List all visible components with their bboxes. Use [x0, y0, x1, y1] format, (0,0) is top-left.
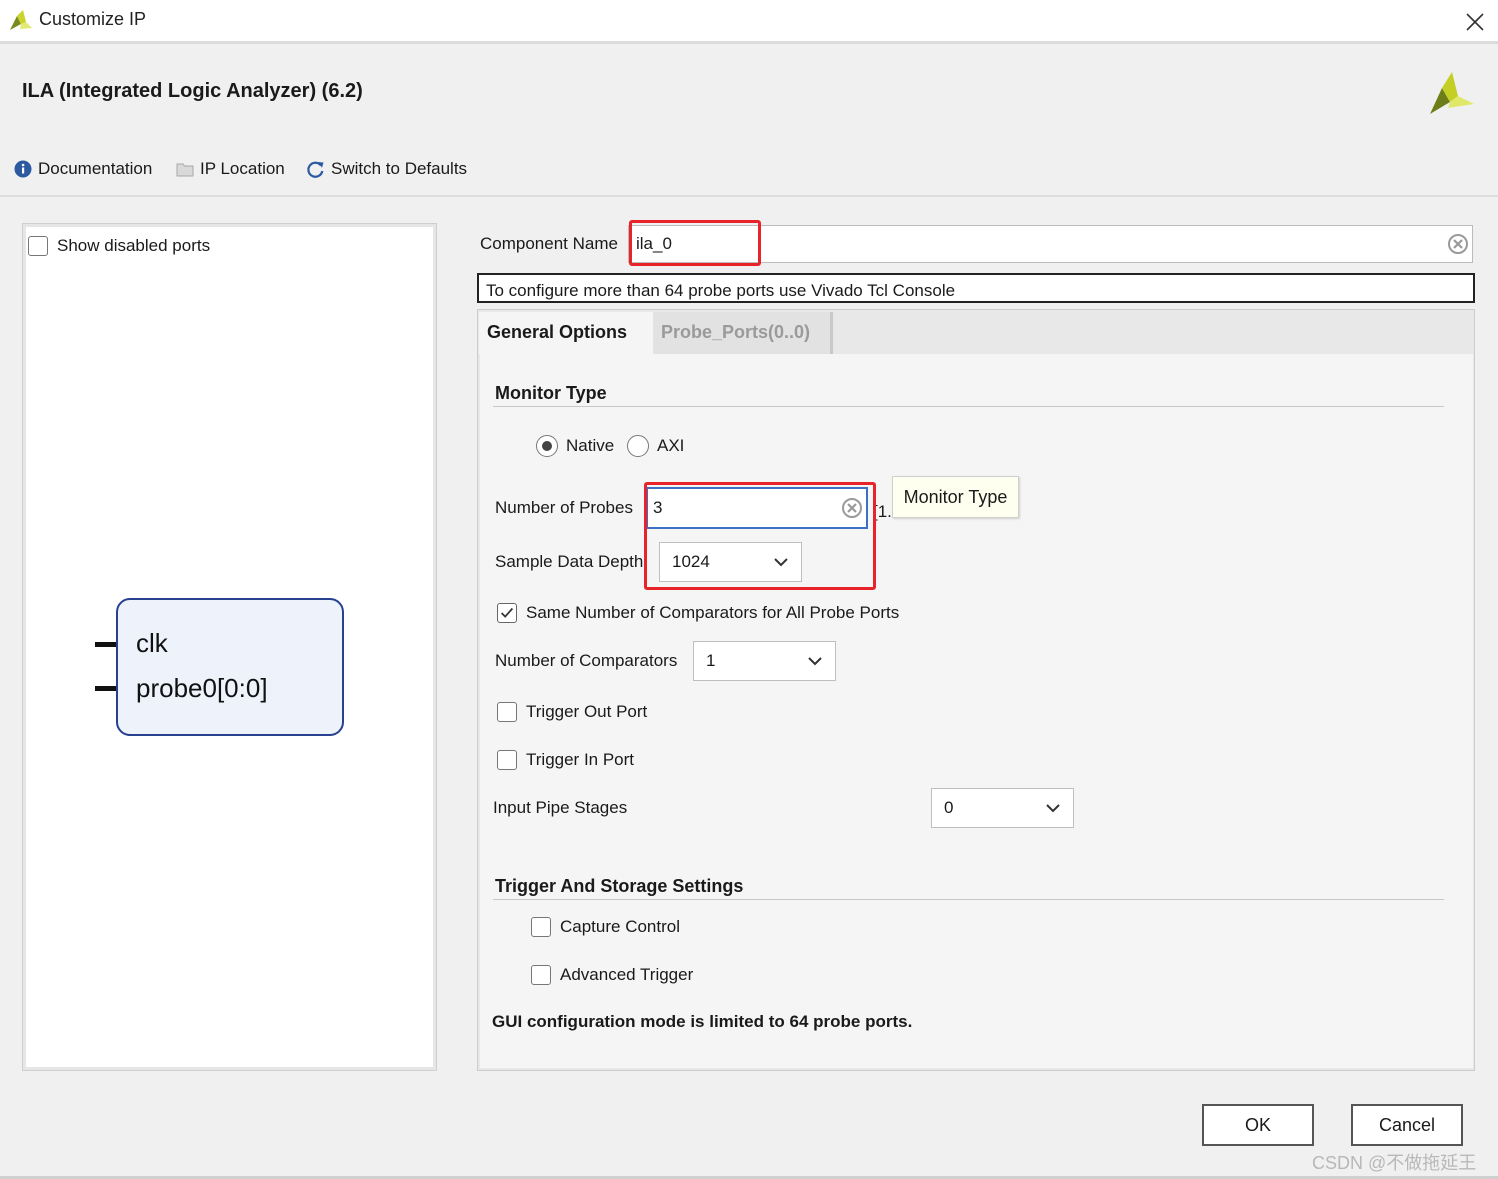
- section-divider: [493, 406, 1444, 407]
- trigger-out-port-label: Trigger Out Port: [526, 702, 648, 721]
- section-divider: [493, 899, 1444, 900]
- checkbox-box[interactable]: [28, 236, 48, 256]
- folder-icon: [176, 163, 194, 177]
- radio-native-label: Native: [566, 436, 615, 455]
- checkbox-box[interactable]: [531, 965, 551, 985]
- same-comparators-label: Same Number of Comparators for All Probe…: [526, 603, 900, 622]
- input-pipe-stages-select[interactable]: 0: [931, 788, 1074, 828]
- watermark: CSDN @不做拖延王: [1312, 1153, 1477, 1173]
- trigger-out-port-checkbox[interactable]: Trigger Out Port: [497, 702, 647, 722]
- number-of-comparators-label: Number of Comparators: [495, 651, 678, 670]
- switch-to-defaults-button[interactable]: Switch to Defaults: [306, 158, 467, 180]
- port-pin-probe0: [95, 686, 117, 691]
- radio-axi-label: AXI: [657, 436, 685, 455]
- radio-button[interactable]: [627, 435, 649, 457]
- capture-control-checkbox[interactable]: Capture Control: [531, 917, 680, 937]
- show-disabled-ports-checkbox[interactable]: Show disabled ports: [28, 236, 210, 256]
- window-title: Customize IP: [39, 9, 147, 29]
- ip-location-label: IP Location: [200, 159, 285, 178]
- advanced-trigger-checkbox[interactable]: Advanced Trigger: [531, 965, 693, 985]
- xilinx-logo-icon: [1430, 72, 1474, 114]
- input-pipe-stages-value: 0: [944, 798, 954, 817]
- sample-data-depth-label: Sample Data Depth: [495, 552, 644, 571]
- refresh-icon: [307, 161, 324, 178]
- input-pipe-stages-label: Input Pipe Stages: [493, 798, 628, 817]
- tab-general-options-label[interactable]: General Options: [487, 322, 627, 343]
- show-disabled-ports-label: Show disabled ports: [57, 236, 211, 255]
- port-label-probe0: probe0[0:0]: [136, 673, 268, 703]
- tab-probe-ports-label[interactable]: Probe_Ports(0..0): [661, 322, 810, 343]
- same-comparators-checkbox[interactable]: Same Number of Comparators for All Probe…: [497, 603, 899, 623]
- number-of-comparators-value: 1: [706, 651, 716, 670]
- vivado-logo-icon: [10, 10, 32, 30]
- radio-axi[interactable]: AXI: [627, 435, 684, 457]
- checkbox-box[interactable]: [531, 917, 551, 937]
- ok-button[interactable]: OK: [1202, 1104, 1314, 1146]
- info-banner-text: To configure more than 64 probe ports us…: [486, 281, 956, 300]
- checkbox-box[interactable]: [497, 750, 517, 770]
- capture-control-label: Capture Control: [560, 917, 681, 936]
- component-name-label: Component Name: [480, 234, 618, 253]
- switch-to-defaults-label: Switch to Defaults: [331, 159, 468, 178]
- documentation-button[interactable]: Documentation: [14, 158, 152, 180]
- clear-icon[interactable]: [1447, 233, 1469, 255]
- checkbox-box[interactable]: [497, 702, 517, 722]
- checkmark-icon[interactable]: [497, 603, 517, 623]
- radio-native[interactable]: Native: [536, 435, 614, 457]
- port-pin-clk: [95, 642, 117, 647]
- ip-title: ILA (Integrated Logic Analyzer) (6.2): [22, 80, 363, 102]
- info-icon: [14, 160, 32, 178]
- ip-symbol-block: [116, 598, 344, 736]
- trigger-in-port-label: Trigger In Port: [526, 750, 635, 769]
- radio-button[interactable]: [536, 435, 558, 457]
- number-of-comparators-select[interactable]: 1: [693, 641, 836, 681]
- gui-limit-note: GUI configuration mode is limited to 64 …: [492, 1012, 913, 1031]
- monitor-type-heading: Monitor Type: [495, 383, 607, 403]
- advanced-trigger-label: Advanced Trigger: [560, 965, 694, 984]
- highlight-box-probes: [644, 482, 876, 590]
- tooltip: Monitor Type: [892, 476, 1019, 518]
- documentation-label: Documentation: [38, 159, 153, 178]
- chevron-down-icon: [1046, 804, 1060, 813]
- trigger-storage-heading: Trigger And Storage Settings: [495, 876, 744, 896]
- trigger-in-port-checkbox[interactable]: Trigger In Port: [497, 750, 634, 770]
- number-of-probes-label: Number of Probes: [495, 498, 633, 517]
- port-label-clk: clk: [136, 628, 168, 658]
- close-icon[interactable]: [1462, 9, 1488, 35]
- title-bar: [0, 0, 1498, 44]
- chevron-down-icon: [808, 657, 822, 666]
- ip-location-button[interactable]: IP Location: [176, 158, 285, 180]
- cancel-button[interactable]: Cancel: [1351, 1104, 1463, 1146]
- highlight-box-component: [629, 220, 761, 266]
